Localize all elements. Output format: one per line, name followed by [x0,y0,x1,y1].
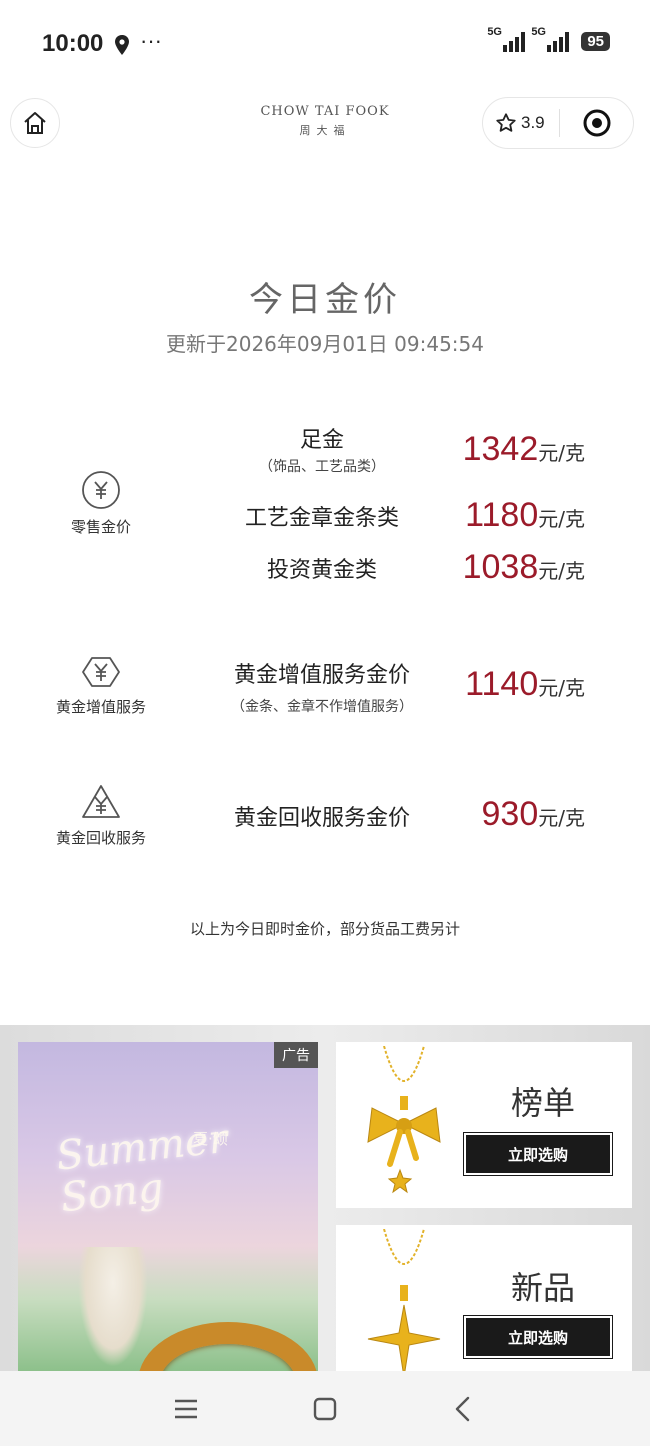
category-label: 零售金价 [70,518,131,536]
square-icon [313,1397,337,1421]
price-value: 930 [481,795,539,833]
signal-icon: 5G [487,26,526,52]
brand-name-en: CHOW TAI FOOK [260,104,390,119]
item-sub-value-added: （金条、金章不作增值服务） [231,699,413,715]
product-card-title: 新品 [510,1269,575,1307]
back-icon [455,1396,470,1422]
brand-name-cn: 周大福 [299,124,351,137]
status-more-dots: ··· [140,28,162,53]
brand-logo: CHOW TAI FOOK 周大福 [225,104,425,138]
home-button[interactable] [10,98,60,148]
price-unit: 元/克 [538,806,585,830]
location-icon [115,35,129,55]
ad-tag: 广告 [274,1042,318,1068]
ad-banner[interactable]: Summer Song 夏·颂 广告 [18,1042,318,1372]
product-card-title: 榜单 [510,1084,575,1122]
rating-button[interactable]: 3.9 [483,112,559,134]
item-name-value-added: 黄金增值服务金价 [233,663,410,688]
home-icon [24,112,46,134]
menu-icon [175,1399,197,1419]
yuan-diamond-icon [82,657,120,687]
price-recycle: 930元/克 [440,795,585,834]
price-crafts: 1180元/克 [440,496,585,535]
price-footnote: 以上为今日即时金价，部分货品工费另计 [189,920,460,938]
signal-label: 5G [531,26,546,38]
status-indicators: 5G 5G 95 [487,26,610,52]
page-title: 今日金价 [249,280,401,320]
buy-now-button[interactable]: 立即选购 [463,1315,613,1359]
update-timestamp: 更新于2026年09月01日 09:45:54 [166,332,484,356]
category-label: 黄金回收服务 [55,829,146,847]
price-unit: 元/克 [538,441,585,465]
ad-script-text: Summer Song [54,1115,230,1222]
price-unit: 元/克 [538,507,585,531]
price-value-added: 1140元/克 [440,665,585,704]
price-zujin: 1342元/克 [440,430,585,469]
product-card-ranking[interactable]: 榜单 立即选购 [336,1042,632,1208]
target-icon [583,109,610,137]
star-icon [496,113,516,132]
category-value-added: 黄金增值服务 [40,654,162,717]
ad-script-cn: 夏·颂 [193,1130,228,1148]
price-unit: 元/克 [538,676,585,700]
menu-button[interactable] [166,1393,206,1425]
item-sub-zujin: （饰品、工艺品类） [259,459,385,475]
item-name-recycle: 黄金回收服务金价 [233,806,410,831]
miniprogram-capsule: 3.9 [482,97,634,149]
promo-section: Summer Song 夏·颂 广告 榜单 立即选购 新品 立即选购 [0,1025,650,1391]
item-name-zujin: 足金 [299,428,344,453]
back-button[interactable] [443,1393,483,1425]
status-time: 10:00 [42,30,104,57]
battery-indicator: 95 [581,31,610,51]
star-necklace-image [367,1229,441,1378]
close-miniprogram-button[interactable] [560,108,633,138]
yuan-circle-icon [82,471,120,509]
yuan-recycle-icon [82,785,120,818]
signal-icon: 5G [531,26,570,52]
category-recycle: 黄金回收服务 [40,783,162,848]
category-retail: 零售金价 [40,470,162,537]
item-name-crafts: 工艺金章金条类 [244,506,399,531]
price-unit: 元/克 [538,559,585,583]
flower-illustration [78,1247,148,1367]
price-value: 1038 [462,548,539,586]
category-label: 黄金增值服务 [55,698,146,716]
price-value: 1140 [465,665,539,703]
bow-necklace-image [367,1046,441,1194]
buy-now-button[interactable]: 立即选购 [463,1132,613,1176]
home-nav-button[interactable] [305,1393,345,1425]
system-navigation-bar [0,1371,650,1446]
status-bar: 10:00 ··· 5G 5G 95 [0,0,650,90]
rating-value: 3.9 [521,113,545,132]
gold-ring-image [138,1322,318,1372]
price-value: 1342 [462,430,539,468]
price-value: 1180 [465,496,539,534]
product-card-new[interactable]: 新品 立即选购 [336,1225,632,1391]
price-investment: 1038元/克 [440,548,585,587]
signal-label: 5G [487,26,502,38]
item-name-investment: 投资黄金类 [266,558,377,583]
